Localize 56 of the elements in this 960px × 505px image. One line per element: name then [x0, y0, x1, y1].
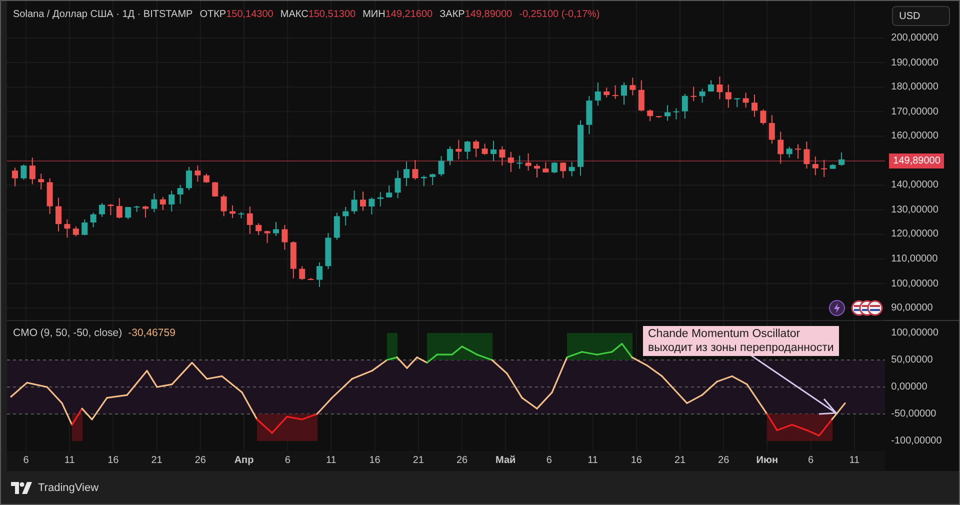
time-label: 26	[456, 455, 468, 466]
time-label: 21	[674, 455, 686, 466]
price-tick: 140,00000	[891, 180, 938, 191]
ohlc-value: 149,21600	[385, 9, 433, 20]
price-change: -0,25100 (-0,17%)	[519, 9, 600, 20]
ohlc-value: 150,51300	[308, 9, 356, 20]
time-label: 11	[588, 455, 598, 466]
ohlc-label: ЗАКР	[440, 9, 465, 20]
ohlc-label: ОТКР	[200, 9, 226, 20]
ohlc-value: 149,89000	[464, 9, 512, 20]
price-tick: 190,00000	[891, 57, 938, 68]
time-label: 26	[718, 455, 730, 466]
indicator-tick: 0,00000	[891, 382, 928, 393]
chart-title: Solana / Доллар США · 1Д · BITSTAMP	[13, 9, 193, 20]
time-label: 21	[151, 455, 162, 466]
time-label: Апр	[234, 455, 254, 466]
time-label: 16	[108, 455, 119, 466]
ohlc-label: МИН	[362, 9, 386, 20]
time-label: 11	[64, 455, 75, 466]
price-tick: 160,00000	[891, 130, 938, 142]
lightning-icon[interactable]	[829, 300, 846, 316]
time-label: 16	[369, 455, 380, 466]
price-tick: 130,00000	[891, 204, 938, 216]
time-label: Май	[496, 455, 516, 466]
indicator-tick: -100,00000	[891, 436, 942, 447]
time-label: 16	[630, 455, 642, 466]
time-label: 6	[284, 455, 290, 466]
time-label: 26	[194, 455, 206, 466]
time-label: 11	[849, 455, 860, 466]
price-tick: 200,00000	[891, 32, 938, 44]
annotation-text: Chande Momentum Oscillator	[648, 327, 802, 342]
time-label: Июн	[756, 455, 778, 466]
price-tick: 110,00000	[891, 253, 938, 264]
indicator-label: CMO (9, 50, -50, close)	[13, 327, 122, 340]
indicator-tick: -50,00000	[891, 408, 936, 420]
time-label: 21	[412, 455, 424, 466]
ohlc-label: МАКС	[280, 9, 308, 20]
logo-icon	[11, 482, 33, 494]
time-label: 11	[326, 455, 336, 466]
currency-button[interactable]: USD	[892, 6, 950, 26]
annotation-text: выходит из зоны перепроданности	[648, 341, 834, 356]
price-tick: 120,00000	[891, 228, 938, 240]
indicator-tick: 50,00000	[891, 354, 933, 366]
price-tick: 170,00000	[891, 106, 938, 118]
time-label: 6	[546, 455, 552, 466]
indicator-value: -30,46759	[128, 327, 176, 340]
ohlc-value: 150,14300	[226, 9, 274, 20]
time-label: 6	[23, 455, 29, 466]
time-label: 6	[808, 455, 814, 466]
flag-icon[interactable]	[851, 300, 884, 316]
indicator-tick: 100,00000	[891, 328, 938, 339]
last-price-label: 149,89000	[889, 154, 944, 169]
price-tick: 180,00000	[891, 82, 938, 93]
price-tick: 100,00000	[891, 278, 938, 289]
brand-name: TradingView	[38, 482, 99, 494]
price-tick: 90,00000	[891, 302, 933, 314]
